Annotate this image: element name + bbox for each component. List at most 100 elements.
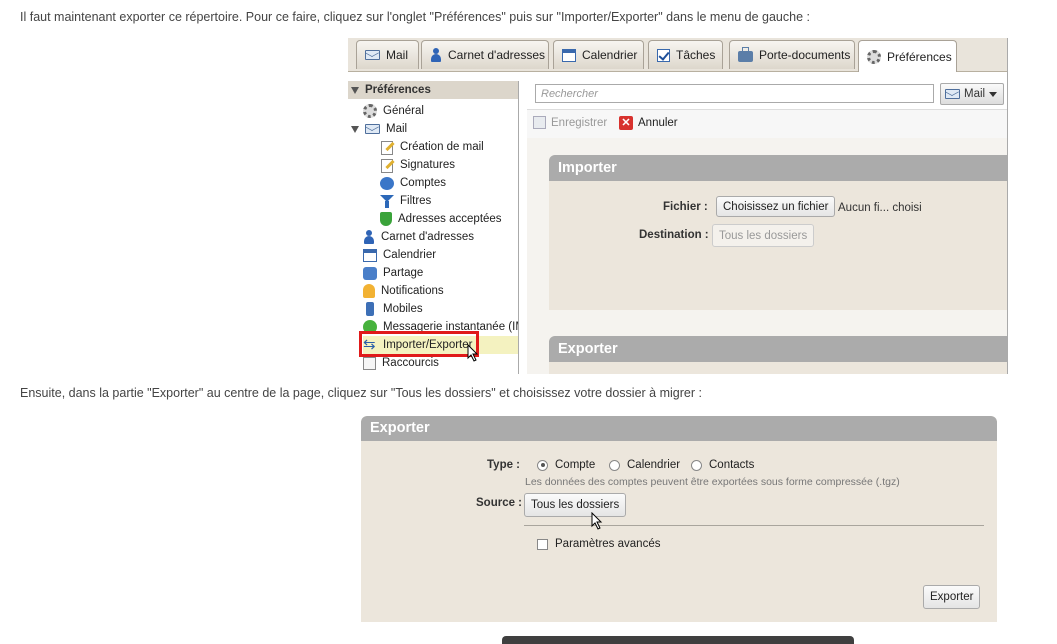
exporter-section: Exporter <box>549 336 1007 374</box>
exporter-title: Exporter <box>549 336 1007 362</box>
destination-label: Destination : <box>639 229 709 241</box>
cancel-label: Annuler <box>638 117 678 129</box>
choose-file-button[interactable]: Choisissez un fichier <box>716 196 836 217</box>
sidebar-item-label: Raccourcis <box>382 357 439 369</box>
contacts-icon <box>363 230 375 244</box>
tab-label: Carnet d'adresses <box>448 48 546 62</box>
source-label: Source : <box>476 497 523 509</box>
type-label: Type : <box>487 459 521 471</box>
mail-icon <box>365 124 380 134</box>
sidebar-item-sharing[interactable]: Partage <box>363 264 423 282</box>
tab-label: Préférences <box>887 49 952 64</box>
close-icon <box>619 116 633 130</box>
gear-icon <box>867 49 881 64</box>
importer-title: Importer <box>549 155 1007 181</box>
tab-tasks[interactable]: Tâches <box>648 40 723 69</box>
accounts-icon <box>380 176 394 190</box>
type-radio-account[interactable]: Compte <box>537 459 595 471</box>
sidebar-item-general[interactable]: Général <box>363 102 424 120</box>
sidebar-item-label: Mobiles <box>383 303 423 315</box>
sidebar-item-label: Calendrier <box>383 249 437 261</box>
destination-button[interactable]: Tous les dossiers <box>712 224 815 247</box>
search-scope-dropdown[interactable]: Mail <box>940 83 1004 105</box>
tab-preferences[interactable]: Préférences <box>858 40 957 72</box>
sidebar-item-compose[interactable]: Création de mail <box>380 138 484 156</box>
mail-icon <box>365 50 380 60</box>
calendar-icon <box>363 248 377 262</box>
sidebar-item-notifications[interactable]: Notifications <box>363 282 444 300</box>
mail-icon <box>945 89 960 99</box>
calendar-icon <box>562 48 576 62</box>
next-screenshot-edge <box>502 636 854 644</box>
sidebar-item-label: Notifications <box>381 285 444 297</box>
search-scope-label: Mail <box>964 88 986 100</box>
sidebar-item-calendar[interactable]: Calendrier <box>363 246 436 264</box>
bell-icon <box>363 284 375 298</box>
file-status: Aucun fi... choisi <box>838 202 922 214</box>
sidebar-item-accepted-addresses[interactable]: Adresses acceptées <box>380 210 502 228</box>
signature-icon <box>380 158 394 173</box>
file-label: Fichier : <box>663 201 708 213</box>
settings-pane: Importer Fichier : Choisissez un fichier… <box>527 138 1007 374</box>
sidebar-item-label: Comptes <box>400 177 447 189</box>
tab-label: Mail <box>386 48 409 62</box>
sidebar-item-label: Filtres <box>400 195 432 207</box>
briefcase-icon <box>738 47 753 62</box>
gear-icon <box>363 104 377 118</box>
tasks-icon <box>657 48 670 62</box>
exporter-title: Exporter <box>361 416 997 441</box>
cancel-button[interactable]: Annuler <box>619 116 678 130</box>
sidebar-item-mail[interactable]: Mail <box>351 120 407 138</box>
tab-contacts[interactable]: Carnet d'adresses <box>421 40 549 69</box>
export-screenshot: Exporter Type : Compte Calendrier Contac… <box>361 416 997 622</box>
tab-briefcase[interactable]: Porte-documents <box>729 40 855 69</box>
tab-calendar[interactable]: Calendrier <box>553 40 644 69</box>
preferences-content: Rechercher Mail Enregistrer Annuler Impo… <box>527 81 1007 374</box>
radio-icon <box>609 459 620 471</box>
search-input[interactable]: Rechercher <box>535 84 934 103</box>
sidebar-header[interactable]: Préférences <box>348 81 518 99</box>
shortcuts-icon <box>363 356 376 370</box>
highlight-box <box>359 331 479 357</box>
sidebar-header-label: Préférences <box>365 84 431 96</box>
type-hint: Les données des comptes peuvent être exp… <box>525 476 900 488</box>
sidebar-item-label: Carnet d'adresses <box>381 231 474 243</box>
save-label: Enregistrer <box>551 116 608 129</box>
contacts-icon <box>430 48 442 62</box>
type-radio-contacts[interactable]: Contacts <box>691 459 754 471</box>
sidebar-item-address-book[interactable]: Carnet d'adresses <box>363 228 474 246</box>
expand-triangle-icon[interactable] <box>351 125 359 133</box>
save-icon <box>533 116 546 129</box>
chevron-down-icon <box>989 91 998 97</box>
sidebar-item-label: Partage <box>383 267 424 279</box>
save-button[interactable]: Enregistrer <box>533 116 607 129</box>
sidebar-item-label: Adresses acceptées <box>398 213 502 225</box>
tab-mail[interactable]: Mail <box>356 40 419 69</box>
mobile-icon <box>366 302 374 316</box>
tab-label: Porte-documents <box>759 48 851 62</box>
source-button[interactable]: Tous les dossiers <box>524 493 627 517</box>
app-tab-bar: Mail Carnet d'adresses Calendrier Tâches… <box>348 38 1007 72</box>
advanced-settings-checkbox[interactable]: Paramètres avancés <box>537 538 660 550</box>
sidebar-item-signatures[interactable]: Signatures <box>380 156 455 174</box>
importer-section: Importer Fichier : Choisissez un fichier… <box>549 155 1007 310</box>
compose-icon <box>380 140 394 155</box>
type-radio-calendar[interactable]: Calendrier <box>609 459 680 471</box>
checkbox-icon <box>537 538 548 550</box>
action-toolbar: Enregistrer Annuler <box>527 109 1007 139</box>
collapse-triangle-icon <box>351 86 359 94</box>
second-paragraph: Ensuite, dans la partie "Exporter" au ce… <box>20 386 702 400</box>
preferences-screenshot: Mail Carnet d'adresses Calendrier Tâches… <box>348 38 1008 374</box>
radio-label: Contacts <box>709 459 755 471</box>
filter-icon <box>380 194 394 208</box>
checkbox-label: Paramètres avancés <box>555 538 661 550</box>
sidebar-item-label: Général <box>383 105 424 117</box>
radio-label: Compte <box>555 459 596 471</box>
share-icon <box>363 266 377 280</box>
sidebar-item-mobiles[interactable]: Mobiles <box>363 300 423 318</box>
intro-paragraph: Il faut maintenant exporter ce répertoir… <box>20 10 810 24</box>
sidebar-item-accounts[interactable]: Comptes <box>380 174 446 192</box>
sidebar-item-filters[interactable]: Filtres <box>380 192 431 210</box>
radio-selected-icon <box>537 459 548 471</box>
export-button[interactable]: Exporter <box>923 585 981 609</box>
